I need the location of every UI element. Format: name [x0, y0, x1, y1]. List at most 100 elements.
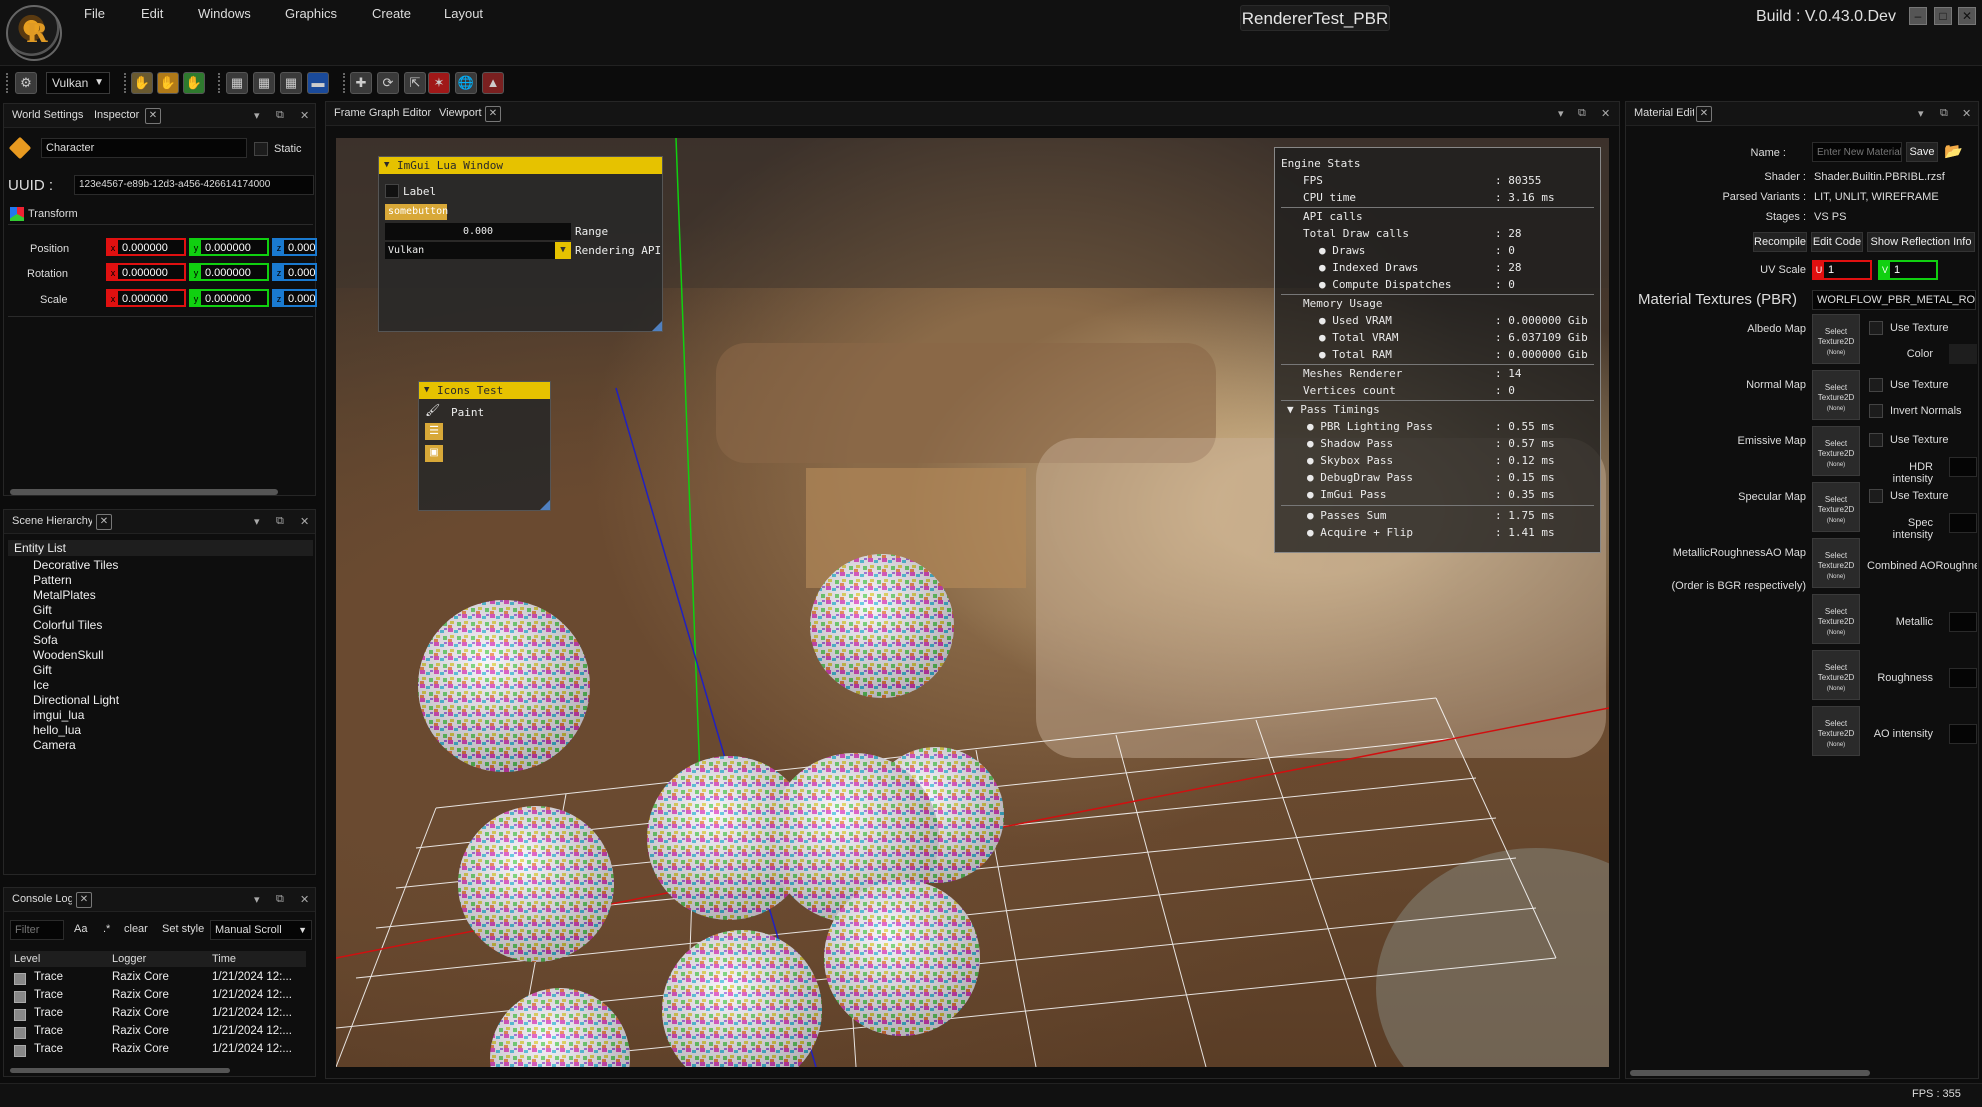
table-row[interactable]: Trace Razix Core 1/21/2024 12:... — [14, 989, 304, 1006]
regex-button[interactable]: .* — [103, 923, 110, 935]
roughness-select-texture-button[interactable]: Select Texture2D (None) — [1812, 650, 1860, 700]
tree-item[interactable]: hello_lua — [33, 723, 81, 737]
hand-icon[interactable]: ✋ — [131, 72, 153, 94]
column-time[interactable]: Time — [212, 953, 236, 965]
position-x-field[interactable]: x 0.000000 — [106, 238, 186, 256]
tab-scene-hierarchy[interactable]: Scene Hierarchy — [12, 515, 92, 527]
show-reflection-button[interactable]: Show Reflection Info — [1867, 232, 1975, 252]
toolbar-grip[interactable] — [6, 73, 10, 93]
tree-item[interactable]: Directional Light — [33, 693, 119, 707]
tree-item[interactable]: imgui_lua — [33, 708, 84, 722]
pass-timings-header[interactable]: ▼ Pass Timings — [1287, 403, 1380, 416]
close-tab-icon[interactable]: ✕ — [145, 108, 161, 124]
scene-viewport[interactable]: ImGui Lua Window Label somebutton 0.000 … — [336, 138, 1609, 1067]
position-y-field[interactable]: y 0.000000 — [189, 238, 269, 256]
tree-item[interactable]: MetalPlates — [33, 588, 96, 602]
scale-x-field[interactable]: x 0.000000 — [106, 289, 186, 307]
column-level[interactable]: Level — [14, 953, 40, 965]
position-z-field[interactable]: z 0.000 — [272, 238, 317, 256]
tree-item[interactable]: Gift — [33, 603, 52, 617]
specular-select-texture-button[interactable]: Select Texture2D (None) — [1812, 482, 1860, 532]
undock-icon[interactable]: ⧉ — [1578, 107, 1586, 120]
menu-file[interactable]: File — [80, 6, 109, 21]
uv-u-field[interactable]: U1 — [1812, 260, 1872, 280]
dropdown-icon[interactable]: ▾ — [254, 109, 260, 122]
toolbar-grip[interactable] — [343, 73, 347, 93]
mrao-select-texture-button[interactable]: Select Texture2D (None) — [1812, 538, 1860, 588]
color-swatch[interactable] — [1949, 344, 1977, 364]
tab-viewport[interactable]: Viewport — [439, 107, 482, 119]
ao-intensity-field[interactable] — [1949, 724, 1977, 744]
rendering-api-combo[interactable]: Vulkan ▼ — [385, 242, 571, 259]
horizontal-scrollbar[interactable] — [1630, 1070, 1870, 1076]
hand-orange-icon[interactable]: ✋ — [157, 72, 179, 94]
set-style-button[interactable]: Set style — [162, 923, 204, 935]
undock-icon[interactable]: ⧉ — [276, 515, 284, 528]
rotate-icon[interactable]: ⟳ — [377, 72, 399, 94]
console-filter-input[interactable] — [10, 920, 64, 940]
invert-normals-checkbox[interactable] — [1869, 404, 1883, 418]
normal-select-texture-button[interactable]: Select Texture2D (None) — [1812, 370, 1860, 420]
undock-icon[interactable]: ⧉ — [1940, 107, 1948, 120]
translate-icon[interactable]: ✚ — [350, 72, 372, 94]
tree-item[interactable]: Pattern — [33, 573, 72, 587]
menu-edit[interactable]: Edit — [137, 6, 167, 21]
undock-icon[interactable]: ⧉ — [276, 109, 284, 122]
dropdown-icon[interactable]: ▾ — [254, 515, 260, 528]
close-tab-icon[interactable]: ✕ — [485, 106, 501, 122]
settings-gear-icon[interactable]: ⚙ — [15, 72, 37, 94]
resize-grip[interactable] — [540, 500, 550, 510]
resize-grip[interactable] — [652, 321, 662, 331]
ao-select-texture-button[interactable]: Select Texture2D (None) — [1812, 706, 1860, 756]
table-row[interactable]: Trace Razix Core 1/21/2024 12:... — [14, 1007, 304, 1024]
range-slider[interactable]: 0.000 — [385, 223, 571, 240]
clear-button[interactable]: clear — [124, 923, 148, 935]
table-row[interactable]: Trace Razix Core 1/21/2024 12:... — [14, 971, 304, 988]
tab-world-settings[interactable]: World Settings — [12, 109, 83, 121]
tree-item[interactable]: Sofa — [33, 633, 58, 647]
dropdown-icon[interactable]: ▾ — [1918, 107, 1924, 120]
minimize-button[interactable]: – — [1909, 7, 1927, 25]
grid-alt-icon[interactable]: ▦ — [253, 72, 275, 94]
hdr-intensity-field[interactable] — [1949, 457, 1977, 477]
tree-item[interactable]: Ice — [33, 678, 49, 692]
recompile-button[interactable]: Recompile — [1753, 232, 1807, 252]
close-tab-icon[interactable]: ✕ — [76, 892, 92, 908]
list-icon[interactable]: ☰ — [425, 423, 443, 440]
rotation-x-field[interactable]: x 0.000000 — [106, 263, 186, 281]
normal-use-texture-checkbox[interactable] — [1869, 378, 1883, 392]
close-icon[interactable]: ✕ — [1601, 107, 1610, 120]
close-icon[interactable]: ✕ — [300, 515, 309, 528]
rotation-z-field[interactable]: z 0.000 — [272, 263, 317, 281]
imgui-window-title[interactable]: ImGui Lua Window — [379, 157, 662, 174]
menu-graphics[interactable]: Graphics — [281, 6, 341, 21]
static-checkbox[interactable] — [254, 142, 268, 156]
maximize-button[interactable]: □ — [1934, 7, 1952, 25]
spec-intensity-field[interactable] — [1949, 513, 1977, 533]
albedo-select-texture-button[interactable]: Select Texture2D (None) — [1812, 314, 1860, 364]
imgui-lua-window[interactable]: ImGui Lua Window Label somebutton 0.000 … — [378, 156, 663, 332]
grid-icon[interactable]: ▦ — [226, 72, 248, 94]
dropdown-icon[interactable]: ▾ — [254, 893, 260, 906]
emissive-use-texture-checkbox[interactable] — [1869, 433, 1883, 447]
folder-icon[interactable]: 📂 — [1944, 142, 1966, 162]
metallic-select-texture-button[interactable]: Select Texture2D (None) — [1812, 594, 1860, 644]
roughness-field[interactable] — [1949, 668, 1977, 688]
toolbar-grip[interactable] — [124, 73, 128, 93]
workflow-select[interactable]: WORLFLOW_PBR_METAL_ROU — [1812, 290, 1976, 310]
tab-console-log[interactable]: Console Log — [12, 893, 72, 905]
close-window-button[interactable]: ✕ — [1958, 7, 1976, 25]
menu-windows[interactable]: Windows — [194, 6, 255, 21]
gizmo-universal-icon[interactable]: ✶ — [428, 72, 450, 94]
close-icon[interactable]: ✕ — [300, 893, 309, 906]
scale-y-field[interactable]: y 0.000000 — [189, 289, 269, 307]
match-case-button[interactable]: Aa — [74, 923, 87, 935]
column-logger[interactable]: Logger — [112, 953, 146, 965]
horizontal-scrollbar[interactable] — [10, 489, 278, 495]
close-icon[interactable]: ✕ — [300, 109, 309, 122]
tree-item[interactable]: Camera — [33, 738, 76, 752]
icons-test-window[interactable]: Icons Test 🖌 Paint ☰ ▣ — [418, 381, 551, 511]
save-button[interactable]: Save — [1906, 142, 1938, 162]
entity-name-field[interactable]: Character — [41, 138, 247, 158]
material-name-input[interactable] — [1812, 142, 1902, 162]
